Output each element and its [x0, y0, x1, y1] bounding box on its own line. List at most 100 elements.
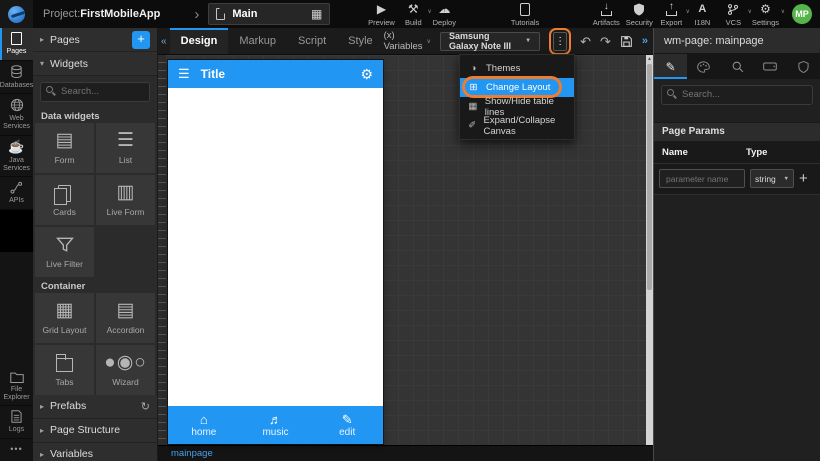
- refresh-icon[interactable]: ↻: [141, 400, 150, 413]
- pages-icon: [11, 32, 22, 45]
- menu-item-table-lines[interactable]: ▦ Show/Hide table lines: [460, 97, 574, 116]
- security-button[interactable]: Security: [623, 1, 656, 28]
- tri-down-icon: ▾: [40, 59, 44, 68]
- translate-icon: A: [698, 3, 706, 16]
- vcs-button[interactable]: ∨ VCS: [718, 1, 749, 28]
- rail-item-logs[interactable]: Logs: [0, 406, 33, 439]
- widget-search: [33, 76, 157, 107]
- add-page-button[interactable]: +: [132, 31, 150, 49]
- editor-area: « Design Markup Script Style (x) Variabl…: [158, 28, 653, 461]
- menu-item-change-layout[interactable]: ⊞ Change Layout: [460, 78, 574, 97]
- variables-section-header[interactable]: ▸ Variables: [33, 443, 157, 461]
- collapse-panel-icon[interactable]: «: [158, 36, 170, 47]
- phone-preview[interactable]: ☰ Title ⚙ ⌂ home ♬ music ✎: [168, 60, 383, 444]
- nav-item-music[interactable]: ♬ music: [240, 406, 312, 444]
- scrollbar-thumb[interactable]: [647, 64, 652, 290]
- redo-button[interactable]: ↷: [600, 35, 611, 48]
- phone-page-content[interactable]: [168, 88, 383, 406]
- widget-tile-accordion[interactable]: ▤ Accordion: [96, 293, 155, 343]
- table-lines-icon: ▦: [468, 101, 478, 112]
- phone-title[interactable]: Title: [201, 67, 225, 81]
- widget-tile-wizard[interactable]: ●◉○ Wizard: [96, 345, 155, 395]
- page-params-header[interactable]: Page Params: [654, 122, 820, 142]
- tab-properties[interactable]: ✎: [654, 54, 687, 79]
- canvas-ruler: [158, 55, 166, 445]
- pages-section-header[interactable]: ▸ Pages +: [33, 28, 157, 52]
- pencil-icon: ✎: [342, 413, 353, 427]
- export-button[interactable]: ↑ ∨ Export: [656, 1, 687, 28]
- phone-bottom-nav: ⌂ home ♬ music ✎ edit: [168, 406, 383, 444]
- page-structure-section-header[interactable]: ▸ Page Structure: [33, 419, 157, 443]
- tab-markup[interactable]: Markup: [228, 28, 287, 54]
- preview-button[interactable]: ▶ Preview: [365, 1, 398, 28]
- data-widgets-grid: ▤ Form ☰ List Cards ▥ Live Form Live Fil…: [33, 123, 157, 277]
- apps-grid-icon[interactable]: ▦: [311, 8, 322, 20]
- expand-panel-icon[interactable]: »: [642, 35, 648, 47]
- user-avatar[interactable]: MP: [792, 4, 812, 24]
- param-name-input[interactable]: [659, 169, 745, 188]
- canvas-scrollbar[interactable]: ▲: [646, 55, 653, 445]
- rail-item-file-explorer[interactable]: File Explorer: [0, 367, 33, 406]
- scroll-up-icon[interactable]: ▲: [646, 55, 653, 64]
- phone-header-widget[interactable]: ☰ Title ⚙: [168, 60, 383, 88]
- build-button[interactable]: ⚒ ∨ Build: [398, 1, 429, 28]
- artifacts-button[interactable]: ↓ Artifacts: [590, 1, 623, 28]
- widget-tile-cards[interactable]: Cards: [35, 175, 94, 225]
- rail-item-databases[interactable]: Databases: [0, 61, 33, 95]
- widget-tile-grid-layout[interactable]: ▦ Grid Layout: [35, 293, 94, 343]
- device-selector[interactable]: Samsung Galaxy Note III ▼: [440, 32, 540, 51]
- widget-tile-live-filter[interactable]: Live Filter: [35, 227, 94, 277]
- tab-search-props[interactable]: [720, 54, 753, 79]
- tab-device-props[interactable]: [754, 54, 787, 79]
- page-tab-mainpage[interactable]: mainpage: [171, 448, 213, 459]
- param-type-select[interactable]: string ▼: [750, 169, 794, 188]
- app-logo[interactable]: [0, 0, 33, 28]
- design-canvas[interactable]: ☰ Title ⚙ ⌂ home ♬ music ✎: [158, 55, 653, 445]
- undo-button[interactable]: ↶: [580, 35, 591, 48]
- save-button[interactable]: [620, 35, 633, 48]
- nav-item-edit[interactable]: ✎ edit: [311, 406, 383, 444]
- top-bar: Project:FirstMobileApp › Main ▦ ▶ Previe…: [0, 0, 820, 28]
- tutorials-button[interactable]: Tutorials: [508, 1, 542, 28]
- nav-item-home[interactable]: ⌂ home: [168, 406, 240, 444]
- settings-button[interactable]: ⚙ ∨ Settings: [749, 1, 782, 28]
- menu-item-expand-canvas[interactable]: ✐ Expand/Collapse Canvas: [460, 116, 574, 135]
- widget-search-input[interactable]: [40, 82, 150, 102]
- tab-script[interactable]: Script: [287, 28, 337, 54]
- shield-outline-icon: [798, 61, 809, 73]
- widgets-section-header[interactable]: ▾ Widgets: [33, 52, 157, 76]
- i18n-button[interactable]: A I18N: [687, 1, 718, 28]
- funnel-icon: [55, 234, 75, 256]
- rail-item-java-services[interactable]: ☕ Java Services: [0, 136, 33, 178]
- canvas-options-kebab-button[interactable]: ⋮: [553, 32, 567, 51]
- tab-design[interactable]: Design: [170, 28, 229, 54]
- home-icon: ⌂: [200, 413, 208, 427]
- rail-item-pages[interactable]: Pages: [0, 28, 33, 61]
- widget-tile-form[interactable]: ▤ Form: [35, 123, 94, 173]
- widget-tile-tabs[interactable]: Tabs: [35, 345, 94, 395]
- phone-gear-icon[interactable]: ⚙: [360, 66, 373, 83]
- add-param-button[interactable]: +: [799, 171, 808, 186]
- tab-styles[interactable]: [687, 54, 720, 79]
- widget-tile-list[interactable]: ☰ List: [96, 123, 155, 173]
- page-selector[interactable]: Main ▦: [208, 3, 330, 25]
- properties-search-input[interactable]: [661, 85, 813, 105]
- properties-search: [654, 79, 820, 110]
- tab-security-props[interactable]: [787, 54, 820, 79]
- widget-tile-live-form[interactable]: ▥ Live Form: [96, 175, 155, 225]
- dropdown-arrow-icon: ▼: [784, 176, 789, 182]
- prefabs-section-header[interactable]: ▸ Prefabs ↻: [33, 395, 157, 419]
- floppy-icon: [620, 35, 633, 48]
- list-icon: ☰: [117, 130, 134, 152]
- rail-item-apis[interactable]: APIs: [0, 177, 33, 210]
- wavemaker-logo-icon: [8, 6, 25, 23]
- variables-button[interactable]: (x) Variables∨: [384, 30, 431, 52]
- rail-more-button[interactable]: •••: [0, 439, 33, 461]
- container-widgets-grid: ▦ Grid Layout ▤ Accordion Tabs ●◉○ Wizar…: [33, 293, 157, 395]
- rail-item-web-services[interactable]: Web Services: [0, 94, 33, 135]
- tab-style[interactable]: Style: [337, 28, 383, 54]
- deploy-button[interactable]: ☁↑ Deploy: [429, 1, 460, 28]
- hamburger-icon[interactable]: ☰: [178, 66, 190, 82]
- menu-item-themes[interactable]: ◑ Themes: [460, 59, 574, 78]
- wizard-steps-icon: ●◉○: [104, 352, 147, 374]
